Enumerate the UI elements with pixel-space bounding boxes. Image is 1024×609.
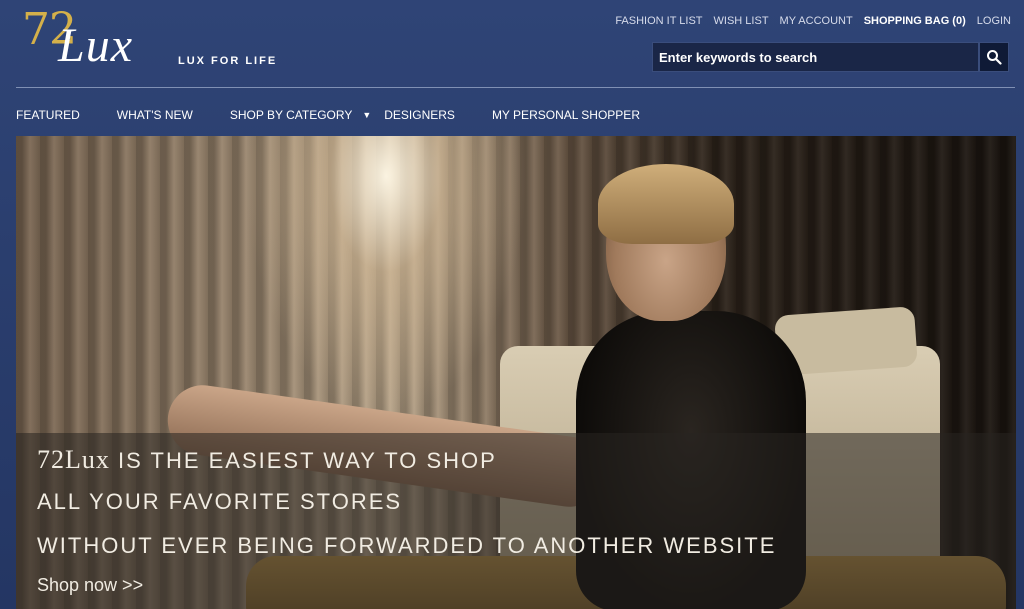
search-icon (987, 50, 1002, 65)
hero-model-hair (598, 164, 734, 244)
hero-caption: 72Lux IS THE EASIEST WAY TO SHOP ALL YOU… (16, 433, 1016, 609)
main-nav: FEATURED WHAT'S NEW SHOP BY CATEGORY ▼ D… (16, 108, 677, 122)
hero-headline-2: ALL YOUR FAVORITE STORES (37, 489, 403, 514)
utility-nav: FASHION IT LIST WISH LIST MY ACCOUNT SHO… (615, 15, 1011, 27)
nav-featured[interactable]: FEATURED (16, 108, 80, 122)
wish-list-link[interactable]: WISH LIST (714, 15, 769, 27)
login-link[interactable]: LOGIN (977, 15, 1011, 27)
hero-headline-3: WITHOUT EVER BEING FORWARDED TO ANOTHER … (37, 533, 777, 558)
nav-my-personal-shopper[interactable]: MY PERSONAL SHOPPER (492, 108, 640, 122)
hero-headline-1-text: IS THE EASIEST WAY TO SHOP (109, 448, 497, 473)
nav-shop-by-category[interactable]: SHOP BY CATEGORY (230, 108, 352, 122)
chevron-down-icon[interactable]: ▼ (362, 110, 371, 120)
my-account-link[interactable]: MY ACCOUNT (780, 15, 853, 27)
shopping-bag-link[interactable]: SHOPPING BAG (0) (864, 15, 966, 27)
hero-brand: 72Lux (37, 445, 110, 474)
nav-designers[interactable]: DESIGNERS (384, 108, 455, 122)
fashion-it-list-link[interactable]: FASHION IT LIST (615, 15, 702, 27)
site-header: 72 Lux LUX FOR LIFE FASHION IT LIST WISH… (0, 0, 1024, 88)
hero-banner[interactable]: 72Lux IS THE EASIEST WAY TO SHOP ALL YOU… (16, 136, 1016, 609)
nav-whats-new[interactable]: WHAT'S NEW (117, 108, 193, 122)
search-button[interactable] (979, 42, 1009, 72)
tagline: LUX FOR LIFE (178, 55, 278, 67)
shop-now-link[interactable]: Shop now >> (37, 575, 143, 596)
search-bar (652, 42, 1009, 72)
search-input[interactable] (652, 42, 979, 72)
logo-word: Lux (58, 19, 133, 72)
header-divider (16, 87, 1015, 88)
hero-headline-1: 72Lux IS THE EASIEST WAY TO SHOP (37, 445, 497, 475)
logo[interactable]: 72 Lux (22, 4, 182, 74)
